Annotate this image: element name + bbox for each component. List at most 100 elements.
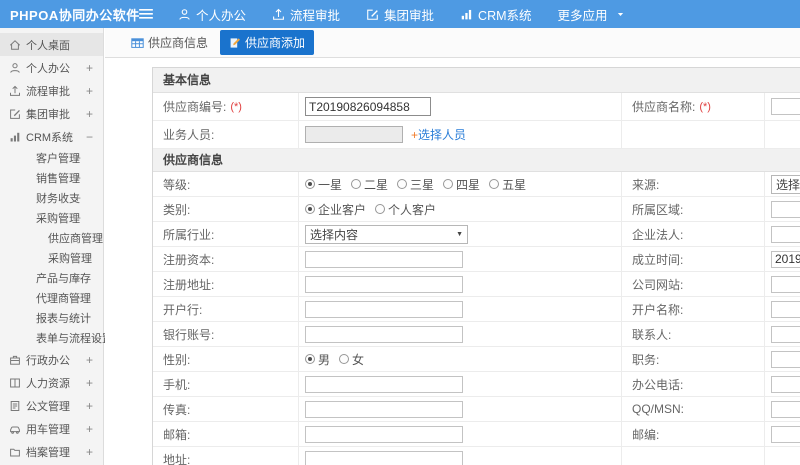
office-phone-input[interactable] <box>771 375 800 393</box>
capital-input[interactable] <box>305 250 463 268</box>
level-option-3star[interactable]: 三星 <box>397 176 434 193</box>
level-option-1star[interactable]: 一星 <box>305 176 342 193</box>
fax-input[interactable] <box>305 400 463 418</box>
contact-input[interactable] <box>771 325 800 343</box>
category-option-personal[interactable]: 个人客户 <box>375 201 436 218</box>
sidebar-item-group-approval[interactable]: 集团审批 + <box>0 102 103 125</box>
level-option-4star[interactable]: 四星 <box>443 176 480 193</box>
radio-checked-icon <box>305 179 315 189</box>
tab-supplier-info[interactable]: 供应商信息 <box>131 34 208 51</box>
sidebar-item-supplier-mgmt[interactable]: 供应商管理 <box>0 228 103 248</box>
sidebar-item-purchase-sub[interactable]: 采购管理 <box>0 248 103 268</box>
industry-label: 所属行业: <box>163 227 215 242</box>
address-input[interactable] <box>305 451 463 465</box>
chart-icon <box>460 8 473 21</box>
reg-address-input[interactable] <box>305 275 463 293</box>
nav-label: CRM系统 <box>478 8 532 23</box>
choose-staff-link[interactable]: +选择人员 <box>411 126 466 143</box>
nav-crm-system[interactable]: CRM系统 <box>460 5 532 24</box>
level-option-2star[interactable]: 二星 <box>351 176 388 193</box>
radio-icon <box>339 354 350 364</box>
gender-label: 性别: <box>163 352 191 367</box>
supplier-name-label: 供应商名称: (*) <box>621 93 764 120</box>
email-input[interactable] <box>305 425 463 443</box>
sidebar-item-customer-mgmt[interactable]: 客户管理 + <box>0 148 103 168</box>
sidebar-item-form-flow-settings[interactable]: 表单与流程设置 + <box>0 328 113 348</box>
form-row: 开户行: 开户名称: <box>153 297 800 322</box>
sidebar-item-purchase-mgmt[interactable]: 采购管理 − <box>0 208 103 228</box>
gender-radio-group: 男 女 <box>298 347 621 371</box>
zip-input[interactable] <box>771 425 800 443</box>
mobile-input[interactable] <box>305 375 463 393</box>
nav-more-apps[interactable]: 更多应用 <box>558 5 625 24</box>
sidebar-item-personal-desktop[interactable]: 个人桌面 <box>0 33 103 56</box>
region-input[interactable] <box>771 200 800 218</box>
radio-icon <box>351 179 362 189</box>
gender-option-female[interactable]: 女 <box>339 351 364 368</box>
staff-label: 业务人员: <box>163 128 215 142</box>
plus-icon: + <box>411 128 419 142</box>
tab-supplier-add[interactable]: 供应商添加 <box>220 30 315 55</box>
category-option-enterprise[interactable]: 企业客户 <box>305 201 366 218</box>
sidebar-item-crm-system[interactable]: CRM系统 − <box>0 125 103 148</box>
nav-group-approval[interactable]: 集团审批 <box>366 5 434 24</box>
level-option-5star[interactable]: 五星 <box>489 176 526 193</box>
founded-label: 成立时间: <box>621 247 764 271</box>
bank-label: 开户行: <box>163 302 203 317</box>
form-row: 注册地址: 公司网站: <box>153 272 800 297</box>
sidebar-item-vehicle-mgmt[interactable]: 用车管理 + <box>0 417 103 440</box>
form-row: 等级: 一星 二星 三星 四星 五星 来源: 选择内容▼ <box>153 172 800 197</box>
form-row: 注册资本: 成立时间: <box>153 247 800 272</box>
supplier-name-input[interactable] <box>771 98 800 115</box>
sidebar-item-sales-mgmt[interactable]: 销售管理 + <box>0 168 103 188</box>
sidebar-item-hr[interactable]: 人力资源 + <box>0 371 103 394</box>
level-label: 等级: <box>163 177 191 192</box>
sidebar-item-agent-mgmt[interactable]: 代理商管理 + <box>0 288 103 308</box>
form-row: 类别: 企业客户 个人客户 所属区域: <box>153 197 800 222</box>
sidebar-item-workflow-approval[interactable]: 流程审批 + <box>0 79 103 102</box>
sidebar-item-personal-office[interactable]: 个人办公 + <box>0 56 103 79</box>
nav-workflow-approval[interactable]: 流程审批 <box>272 5 340 24</box>
tab-strip: 供应商信息 供应商添加 <box>105 28 800 58</box>
sidebar-item-finance[interactable]: 财务收支 + <box>0 188 103 208</box>
caret-down-icon: ▼ <box>456 230 463 238</box>
form-row: 银行账号: 联系人: <box>153 322 800 347</box>
nav-label: 个人办公 <box>196 8 247 23</box>
website-label: 公司网站: <box>621 272 764 296</box>
hamburger-icon[interactable] <box>138 7 154 21</box>
edit-icon <box>9 108 21 123</box>
form-row: 所属行业: 选择内容 ▼ 企业法人: <box>153 222 800 247</box>
supplier-code-input[interactable] <box>305 97 431 116</box>
sidebar-item-archive-mgmt[interactable]: 档案管理 + <box>0 440 103 463</box>
industry-select[interactable]: 选择内容 ▼ <box>305 224 468 244</box>
sidebar-item-document-mgmt[interactable]: 公文管理 + <box>0 394 103 417</box>
nav-personal-office[interactable]: 个人办公 <box>178 5 246 24</box>
legal-person-input[interactable] <box>771 225 800 243</box>
form-row: 邮箱: 邮编: <box>153 422 800 447</box>
qq-msn-input[interactable] <box>771 400 800 418</box>
table-icon <box>131 37 144 49</box>
sidebar-item-product-inventory[interactable]: 产品与库存 + <box>0 268 103 288</box>
account-name-input[interactable] <box>771 300 800 318</box>
gender-option-male[interactable]: 男 <box>305 351 330 368</box>
position-input[interactable] <box>771 350 800 368</box>
nav-label: 集团审批 <box>384 8 435 23</box>
account-no-input[interactable] <box>305 325 463 343</box>
bank-input[interactable] <box>305 300 463 318</box>
form-row: 性别: 男 女 职务: <box>153 347 800 372</box>
founded-date-input[interactable] <box>771 250 800 268</box>
upload-icon <box>9 85 21 100</box>
account-no-label: 银行账号: <box>163 327 215 342</box>
source-select[interactable]: 选择内容▼ <box>771 174 800 194</box>
form-row: 供应商编号:(*) 供应商名称:(*) <box>153 93 800 121</box>
sidebar-item-admin-office[interactable]: 行政办公 + <box>0 348 103 371</box>
home-icon <box>9 39 21 54</box>
required-marker: (*) <box>230 100 242 113</box>
region-label: 所属区域: <box>621 197 764 221</box>
chart-icon <box>9 131 21 146</box>
level-radio-group: 一星 二星 三星 四星 五星 <box>298 172 621 196</box>
book-icon <box>9 377 21 392</box>
sidebar-item-reports-stats[interactable]: 报表与统计 <box>0 308 103 328</box>
staff-input[interactable] <box>305 126 403 143</box>
website-input[interactable] <box>771 275 800 293</box>
